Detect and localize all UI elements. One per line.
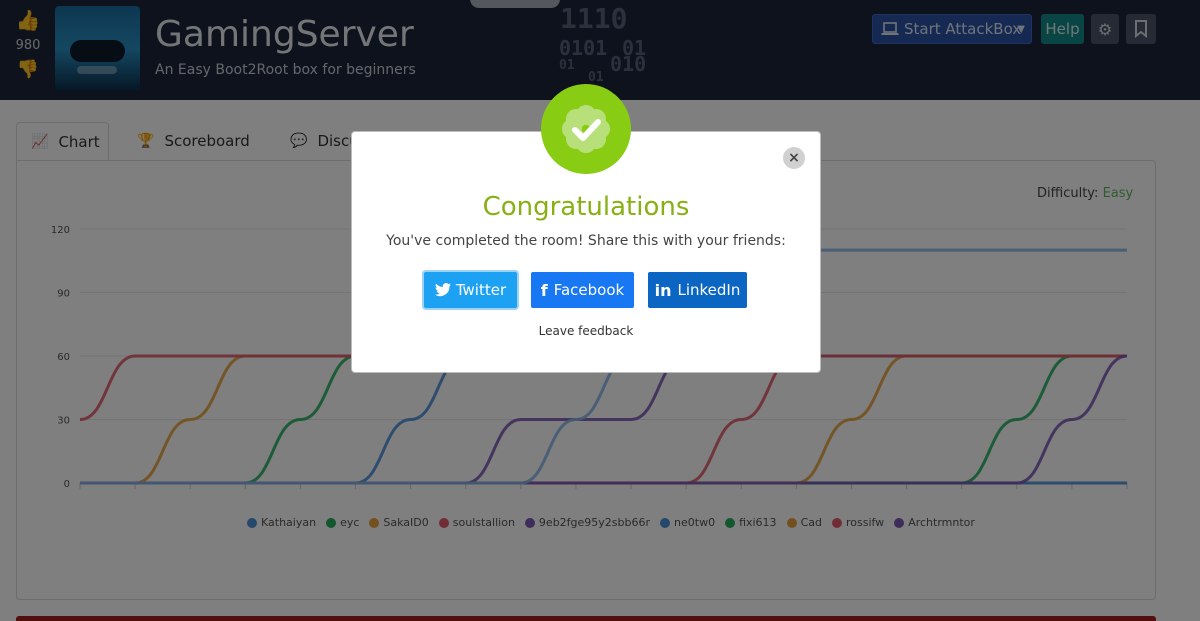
- share-facebook-button[interactable]: f Facebook: [531, 272, 634, 308]
- linkedin-icon: in: [654, 280, 672, 300]
- leave-feedback-link[interactable]: Leave feedback: [351, 324, 821, 338]
- modal-message: You've completed the room! Share this wi…: [386, 233, 786, 249]
- share-linkedin-button[interactable]: in LinkedIn: [648, 272, 747, 308]
- twitter-label: Twitter: [455, 281, 507, 299]
- linkedin-label: LinkedIn: [677, 281, 741, 299]
- facebook-icon: f: [540, 280, 548, 300]
- check-badge-icon: [562, 105, 610, 153]
- close-modal-button[interactable]: ×: [783, 147, 805, 169]
- completion-badge-icon: [541, 84, 631, 174]
- facebook-label: Facebook: [553, 281, 625, 299]
- modal-title: Congratulations: [482, 192, 690, 222]
- twitter-icon: [434, 283, 451, 297]
- share-twitter-button[interactable]: Twitter: [424, 272, 517, 308]
